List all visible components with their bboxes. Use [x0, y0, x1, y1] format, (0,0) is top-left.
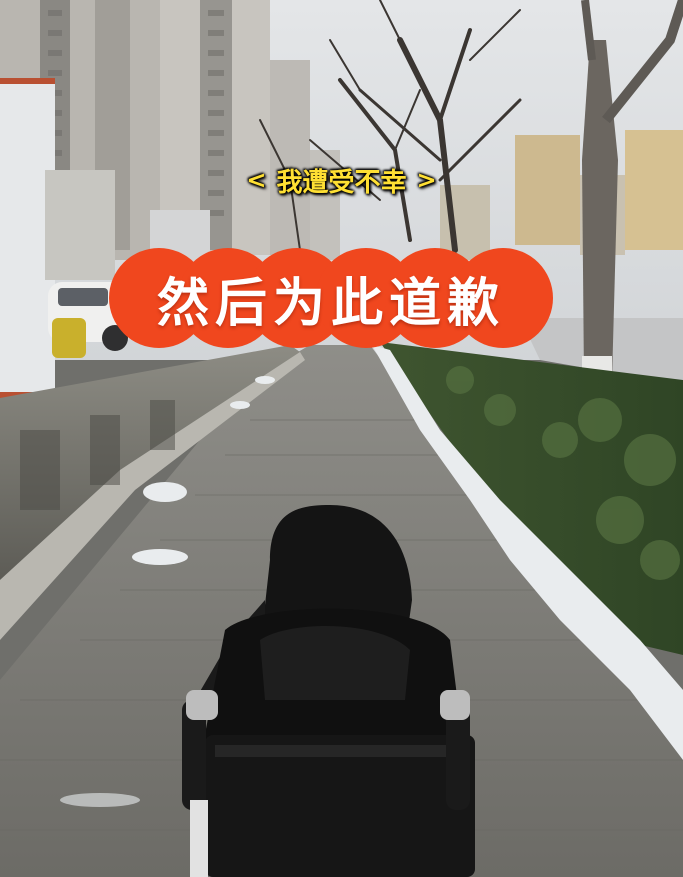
street-photo: [0, 0, 683, 877]
main-caption-text: 然后为此道歉: [156, 273, 505, 334]
photo-stage: < 我遭受不幸 > 然后为此道歉: [0, 0, 683, 877]
small-caption: < 我遭受不幸 >: [0, 160, 683, 200]
small-caption-text: 我遭受不幸: [276, 167, 407, 198]
chevron-left-icon: <: [246, 166, 267, 194]
chevron-right-icon: >: [416, 166, 437, 194]
